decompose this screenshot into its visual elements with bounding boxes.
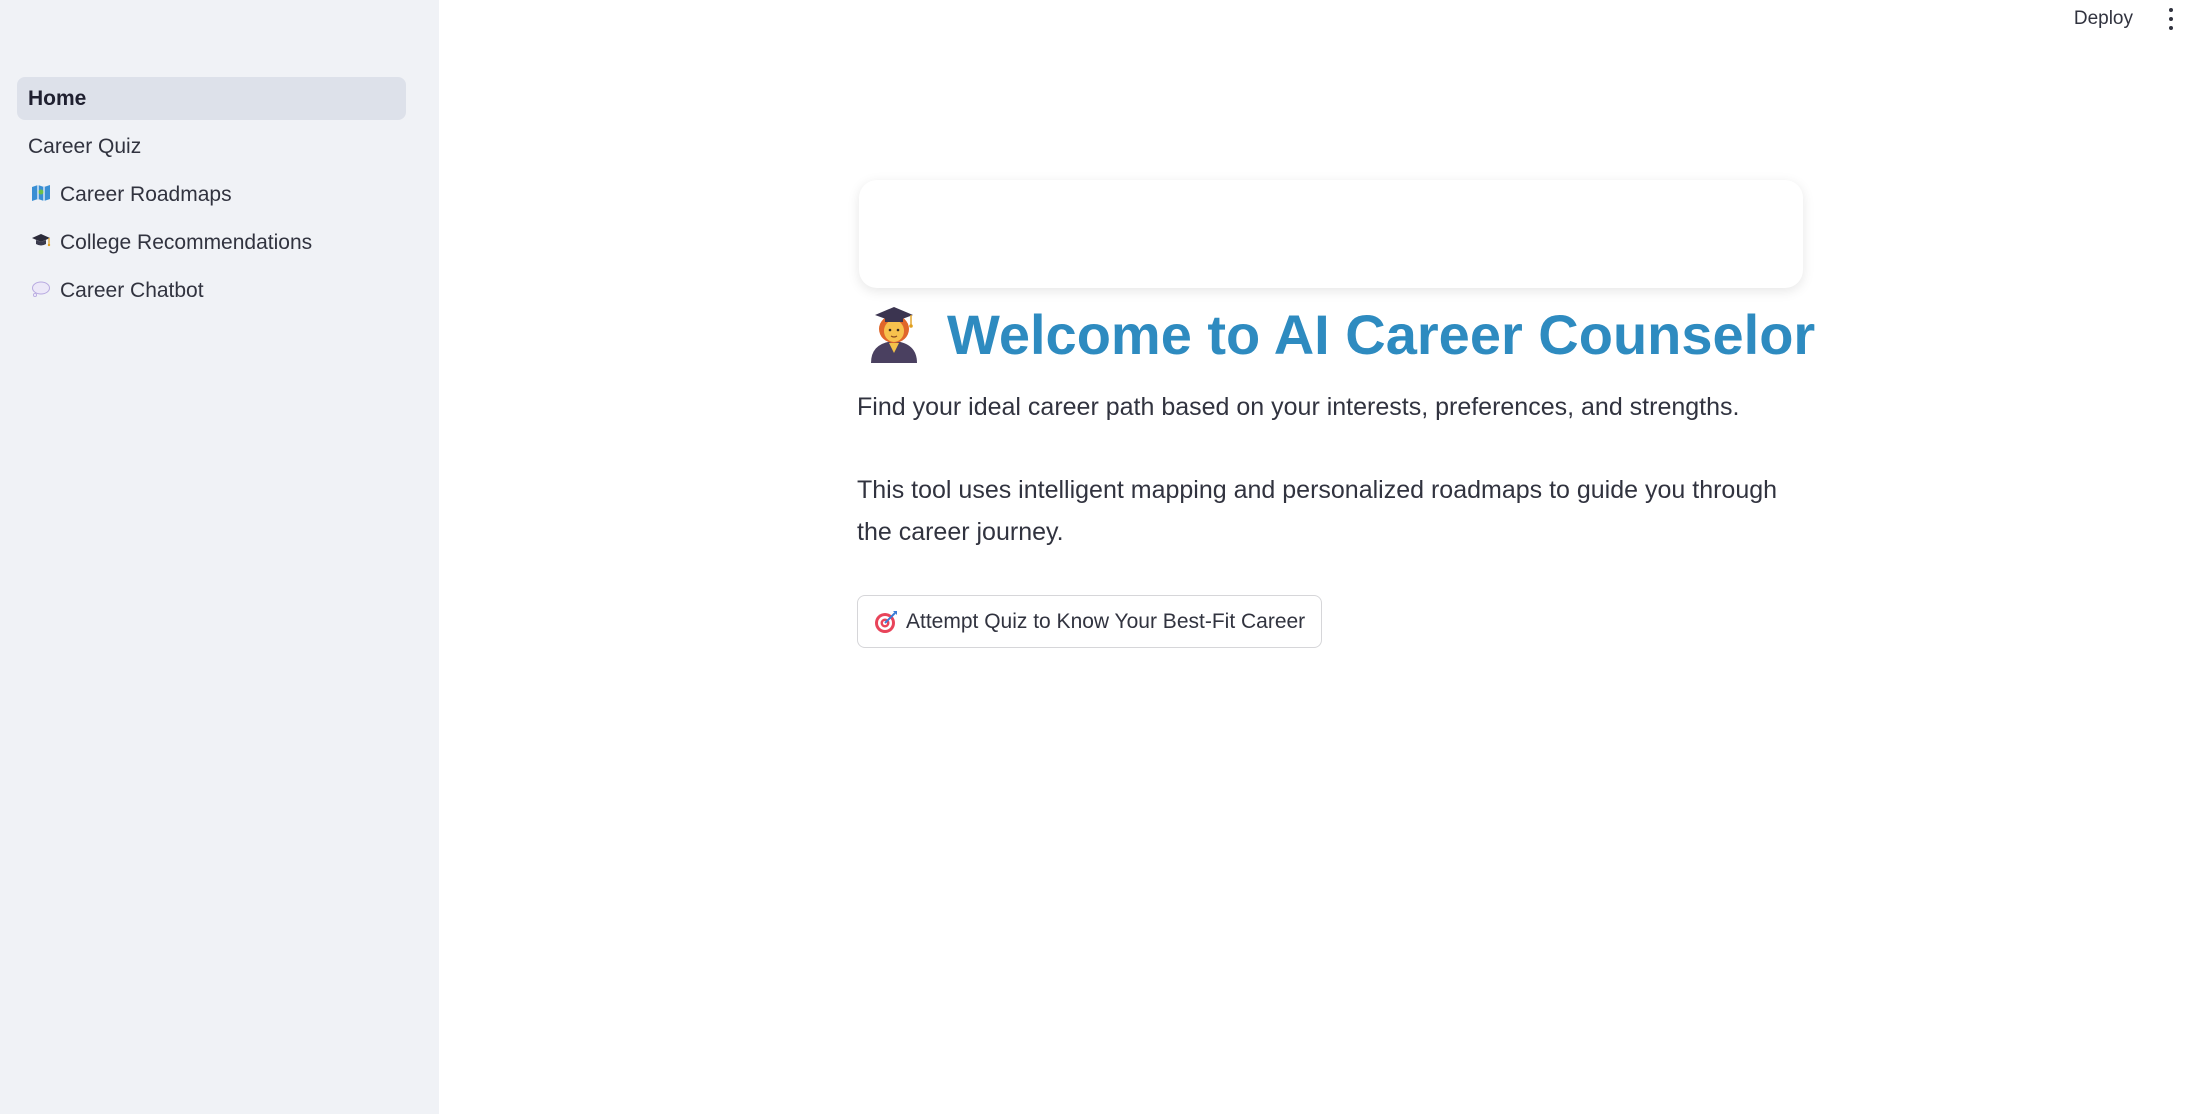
map-icon — [30, 184, 51, 205]
graduation-cap-icon — [30, 232, 51, 253]
sidebar-item-label: Career Quiz — [28, 134, 142, 158]
sidebar-item-career-quiz[interactable]: Career Quiz — [17, 125, 406, 168]
page-title-row: Welcome to AI Career Counselor — [857, 296, 1815, 372]
intro-paragraph: Find your ideal career path based on you… — [857, 393, 1740, 421]
sidebar-nav: Home Career Quiz Career Roadmaps College… — [17, 77, 406, 317]
sidebar-item-college-recommendations[interactable]: College Recommendations — [17, 221, 406, 264]
deploy-button[interactable]: Deploy — [2068, 6, 2139, 32]
graduate-person-icon — [863, 303, 925, 365]
sidebar-item-label: Career Chatbot — [60, 278, 204, 302]
vertical-dots-icon[interactable] — [2165, 7, 2177, 31]
banner-card — [859, 180, 1803, 288]
target-icon — [874, 610, 898, 634]
app-window: Home Career Quiz Career Roadmaps College… — [0, 0, 2187, 1114]
sidebar-item-label: Career Roadmaps — [60, 182, 232, 206]
sidebar-item-home[interactable]: Home — [17, 77, 406, 120]
sidebar-item-label: Home — [28, 86, 87, 110]
sidebar: Home Career Quiz Career Roadmaps College… — [0, 0, 439, 1114]
sidebar-item-career-roadmaps[interactable]: Career Roadmaps — [17, 173, 406, 216]
attempt-quiz-button-label: Attempt Quiz to Know Your Best-Fit Caree… — [906, 609, 1306, 633]
sidebar-item-career-chatbot[interactable]: Career Chatbot — [17, 269, 406, 312]
speech-bubble-icon — [30, 280, 51, 301]
page-title: Welcome to AI Career Counselor — [947, 302, 1816, 366]
sidebar-item-label: College Recommendations — [60, 230, 313, 254]
description-paragraph: This tool uses intelligent mapping and p… — [857, 476, 1778, 546]
attempt-quiz-button[interactable]: Attempt Quiz to Know Your Best-Fit Caree… — [857, 595, 1323, 648]
